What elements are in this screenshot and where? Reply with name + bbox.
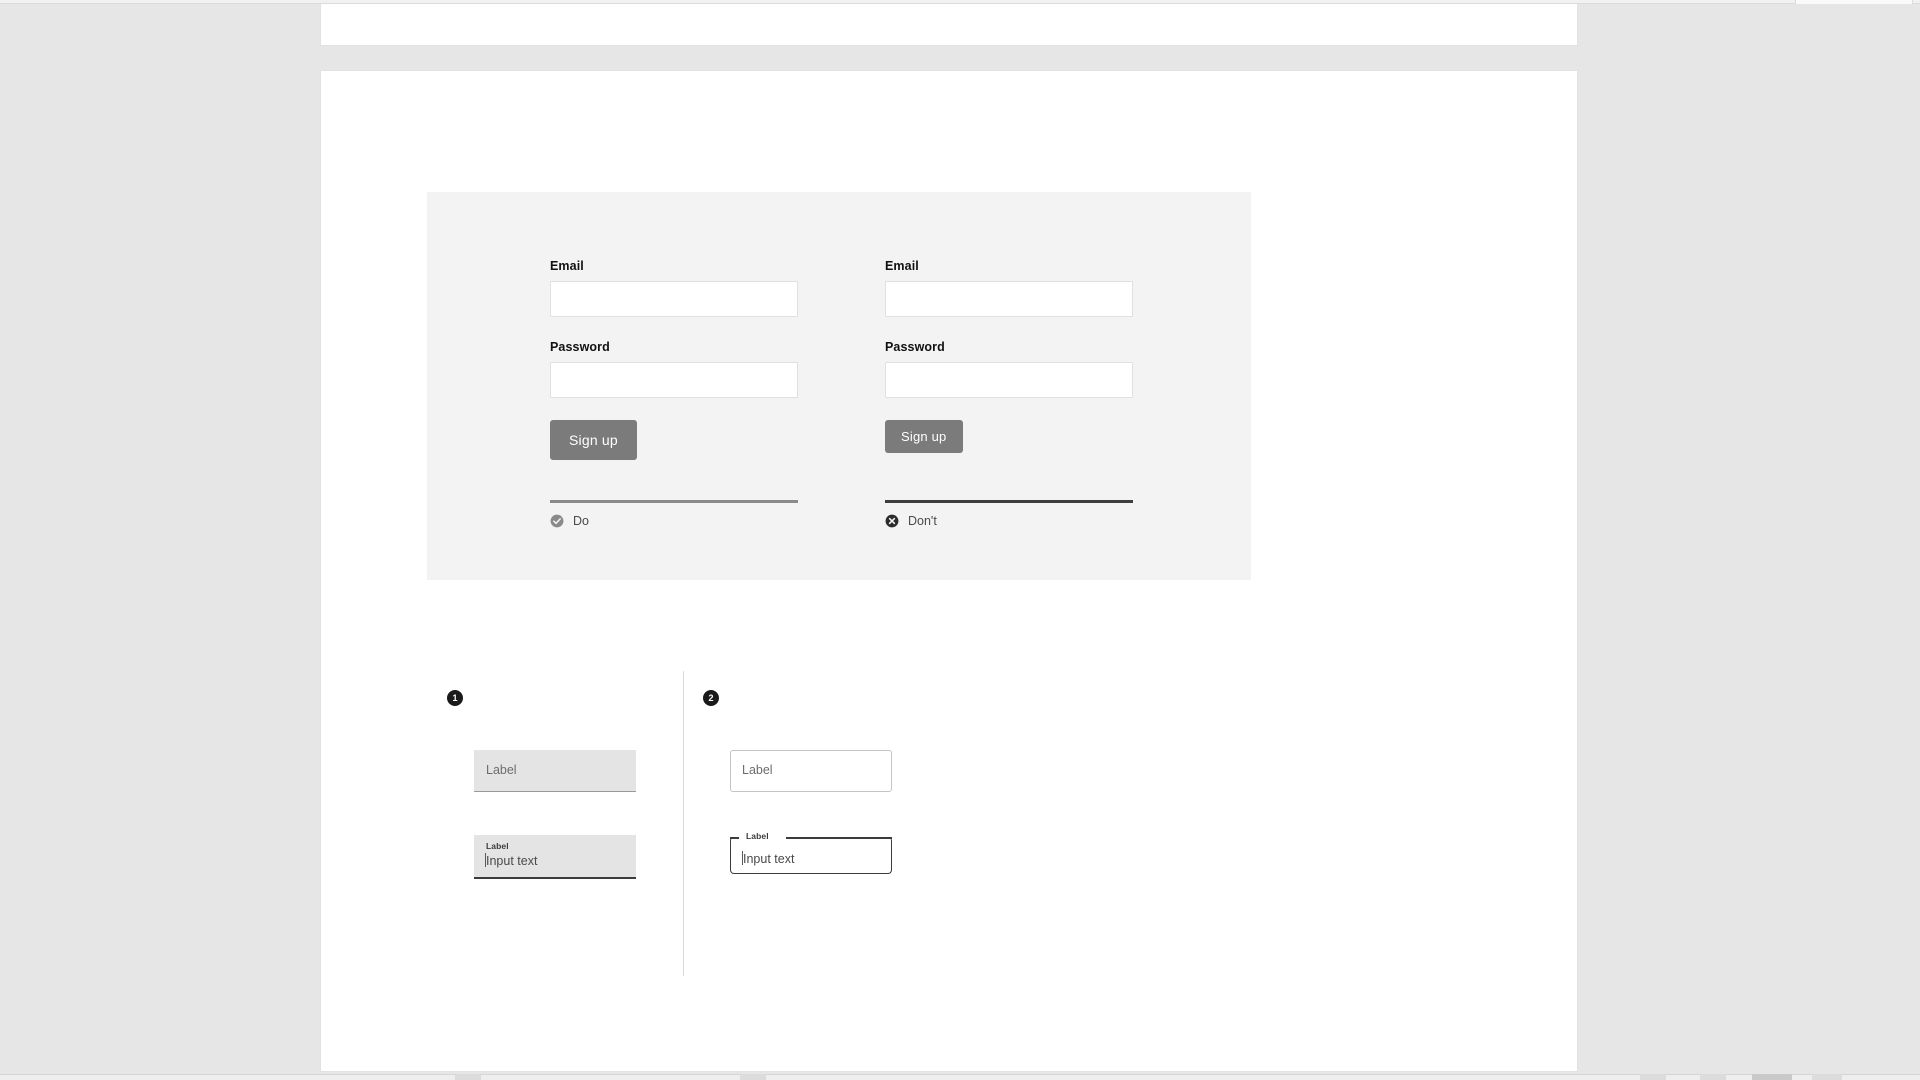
outlined-textfield-populated[interactable]: Label Input text xyxy=(730,830,892,874)
filled-textfield-empty-label: Label xyxy=(486,763,517,777)
outlined-textfield-value: Input text xyxy=(743,852,795,866)
taskbar-icon-4[interactable] xyxy=(1700,1074,1726,1080)
password-input-do[interactable] xyxy=(550,362,798,398)
check-circle-icon xyxy=(550,514,564,528)
taskbar-icon-active[interactable] xyxy=(1752,1074,1792,1080)
content-card-upper xyxy=(320,4,1578,46)
dont-verdict: Don't xyxy=(885,514,937,528)
email-label-dont: Email xyxy=(885,259,919,273)
do-verdict: Do xyxy=(550,514,589,528)
x-circle-icon xyxy=(885,514,899,528)
dont-verdict-label: Don't xyxy=(908,514,937,528)
taskbar-icon-5[interactable] xyxy=(1812,1074,1842,1080)
dont-example-column: Email Password Sign up Don't xyxy=(885,258,1133,528)
os-taskbar xyxy=(0,1074,1920,1080)
outlined-textfield-empty[interactable]: Label xyxy=(730,750,892,792)
password-field-group-do: Password xyxy=(550,339,798,398)
signup-button-dont[interactable]: Sign up xyxy=(885,420,963,453)
password-label-do: Password xyxy=(550,340,610,354)
variant-badge-2: 2 xyxy=(703,690,719,706)
filled-textfield-value: Input text xyxy=(486,854,538,868)
password-field-group-dont: Password xyxy=(885,339,1133,398)
email-field-group-dont: Email xyxy=(885,258,1133,317)
filled-underline-active xyxy=(474,877,636,879)
filled-underline-inactive xyxy=(474,791,636,792)
filled-textfield-populated[interactable]: Label Input text xyxy=(474,835,636,879)
filled-textfield-empty[interactable]: Label xyxy=(474,750,636,792)
textfield-variants-section: 1 Label Label Input text 2 Label Label I… xyxy=(427,660,1251,1000)
outlined-textfield-empty-label: Label xyxy=(742,763,773,777)
do-example-column: Email Password Sign up Do xyxy=(550,258,798,528)
password-input-dont[interactable] xyxy=(885,362,1133,398)
filled-textfield-floating-label: Label xyxy=(486,841,509,851)
variant-badge-1: 1 xyxy=(447,690,463,706)
dont-rule-bar xyxy=(885,500,1133,503)
taskbar-icon-3[interactable] xyxy=(1640,1074,1666,1080)
email-input-dont[interactable] xyxy=(885,281,1133,317)
email-label-do: Email xyxy=(550,259,584,273)
outlined-textfield-floating-label: Label xyxy=(743,831,772,841)
do-rule-bar xyxy=(550,500,798,503)
signup-button-do[interactable]: Sign up xyxy=(550,420,637,460)
email-field-group-do: Email xyxy=(550,258,798,317)
password-label-dont: Password xyxy=(885,340,945,354)
email-input-do[interactable] xyxy=(550,281,798,317)
do-dont-comparison-panel: Email Password Sign up Do Email Password… xyxy=(427,192,1251,580)
taskbar-icon-1[interactable] xyxy=(455,1074,481,1080)
do-verdict-label: Do xyxy=(573,514,589,528)
browser-tab[interactable] xyxy=(1795,0,1913,4)
screen-root: Email Password Sign up Do Email Password… xyxy=(0,0,1920,1080)
taskbar-icon-2[interactable] xyxy=(740,1074,766,1080)
